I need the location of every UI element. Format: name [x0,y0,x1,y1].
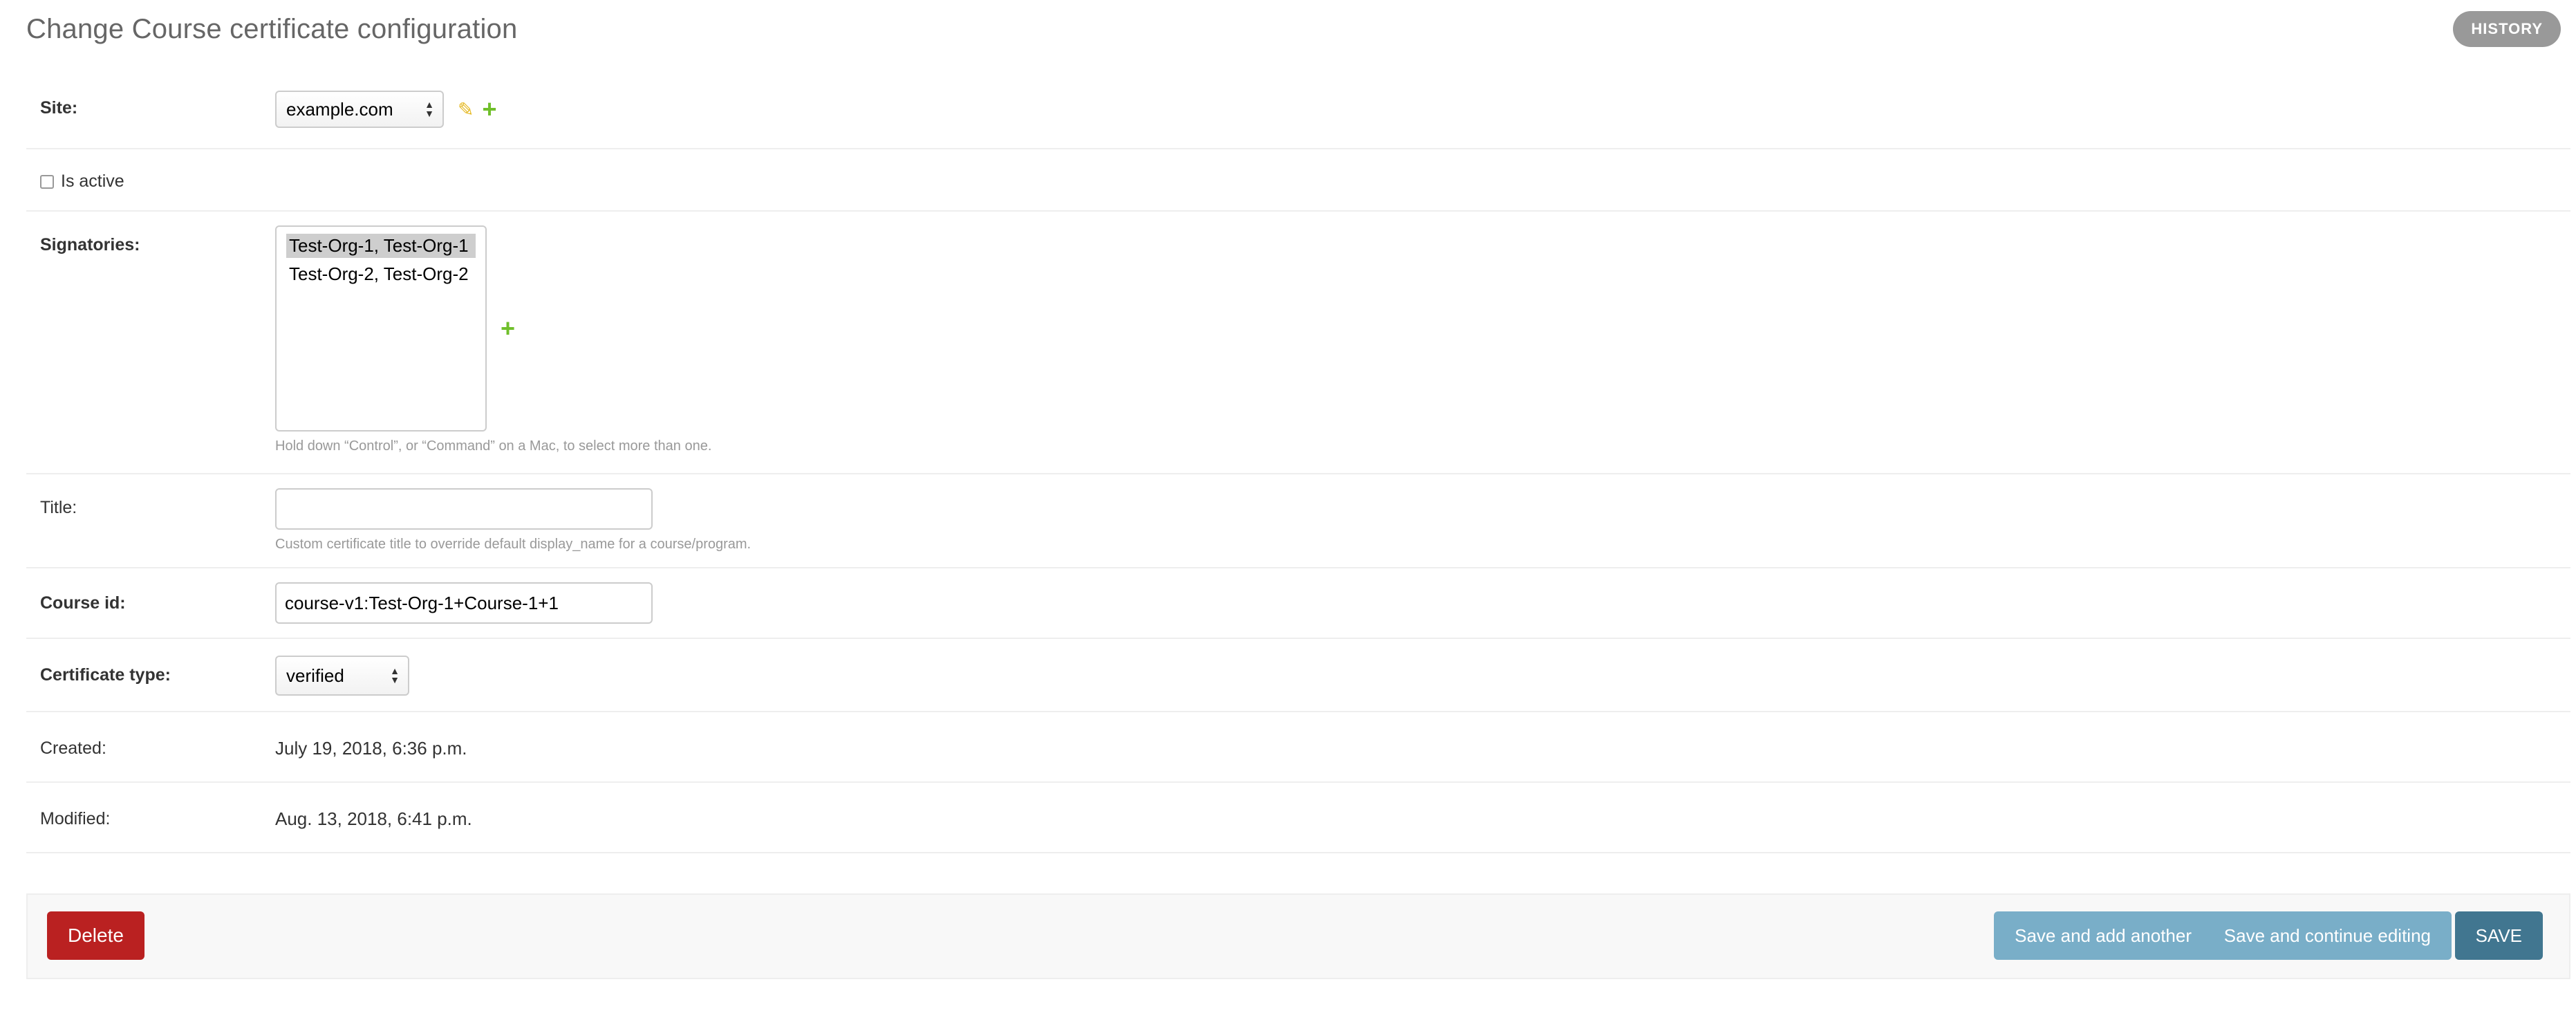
signatories-control: Test-Org-1, Test-Org-1 Test-Org-2, Test-O… [275,225,711,432]
signatories-multiselect[interactable]: Test-Org-1, Test-Org-1 Test-Org-2, Test-O… [275,225,487,432]
title-help-text: Custom certificate title to override def… [275,537,752,552]
select-arrows-icon: ▲ ▼ [424,99,434,119]
page-title: Change Course certificate configuration [26,14,518,44]
certificate-type-label: Certificate type: [40,665,171,685]
certificate-type-value: verified [286,665,344,686]
save-and-add-another-button[interactable]: Save and add another [1994,911,2212,960]
is-active-field: Is active [40,171,124,192]
delete-button[interactable]: Delete [47,911,144,960]
created-row: Created: July 19, 2018, 6:36 p.m. [26,712,2570,783]
site-label: Site: [40,98,78,118]
title-input[interactable] [275,488,653,530]
is-active-label: Is active [61,171,124,191]
site-field: example.com ▲ ▼ ✎ + [275,91,497,128]
signatories-row: Signatories: Test-Org-1, Test-Org-1 Test-… [26,212,2570,474]
certificate-type-row: Certificate type: verified ▲ ▼ [26,639,2570,712]
created-value: July 19, 2018, 6:36 p.m. [275,738,467,759]
certificate-type-select[interactable]: verified ▲ ▼ [275,656,409,696]
select-arrows-icon: ▲ ▼ [390,665,400,685]
signatories-help-text: Hold down “Control”, or “Command” on a M… [275,438,712,454]
site-select[interactable]: example.com ▲ ▼ [275,91,444,128]
is-active-checkbox[interactable] [40,174,54,189]
title-row: Title: Custom certificate title to overr… [26,474,2570,568]
title-field: Custom certificate title to override def… [275,488,751,553]
plus-icon[interactable]: + [501,316,515,341]
course-id-input[interactable]: course-v1:Test-Org-1+Course-1+1 [275,582,653,624]
site-select-value: example.com [286,98,393,120]
course-id-field: course-v1:Test-Org-1+Course-1+1 [275,582,653,624]
modified-row: Modified: Aug. 13, 2018, 6:41 p.m. [26,783,2570,853]
plus-icon[interactable]: + [482,97,496,122]
signatory-option[interactable]: Test-Org-1, Test-Org-1 [286,234,476,258]
save-and-continue-editing-button[interactable]: Save and continue editing [2203,911,2452,960]
change-form: Site: example.com ▲ ▼ ✎ + Is active Signa… [26,68,2570,853]
created-label: Created: [40,739,106,758]
signatory-option[interactable]: Test-Org-2, Test-Org-2 [286,262,476,286]
submit-row: Delete Save and add another Save and con… [26,893,2570,979]
signatories-label: Signatories: [40,235,140,254]
course-id-row: Course id: course-v1:Test-Org-1+Course-1… [26,568,2570,639]
save-button[interactable]: SAVE [2454,911,2543,960]
change-form-page: Change Course certificate configuration … [0,0,2576,1011]
modified-label: Modified: [40,809,111,828]
modified-value: Aug. 13, 2018, 6:41 p.m. [275,808,472,829]
is-active-row: Is active [26,149,2570,212]
pencil-icon[interactable]: ✎ [458,98,474,121]
course-id-label: Course id: [40,593,126,613]
certificate-type-field: verified ▲ ▼ [275,656,409,696]
site-row: Site: example.com ▲ ▼ ✎ + [26,68,2570,149]
history-button[interactable]: HISTORY [2453,11,2561,47]
signatories-field: Test-Org-1, Test-Org-1 Test-Org-2, Test-O… [275,225,711,454]
title-label: Title: [40,498,77,517]
